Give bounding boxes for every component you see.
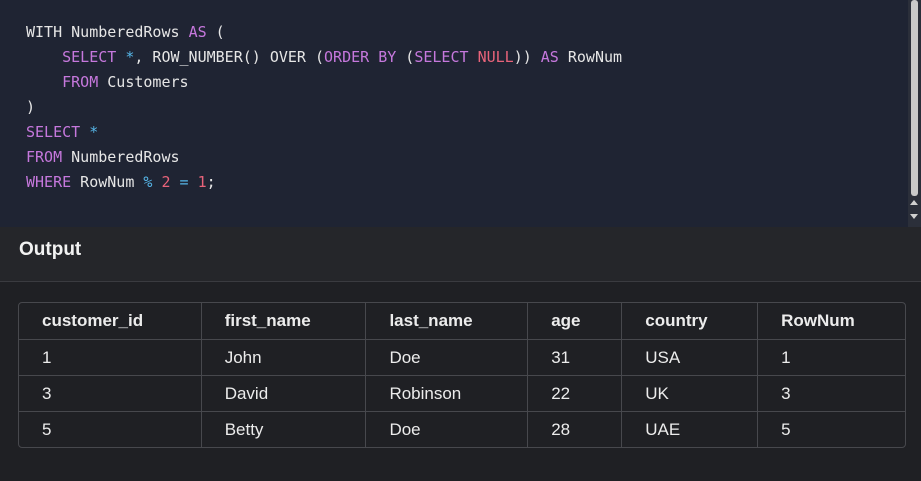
table-cell: David — [201, 376, 367, 412]
code-token: * — [89, 123, 99, 141]
code-token: FROM — [26, 148, 63, 166]
column-header-customer-id: customer_id — [19, 303, 202, 340]
table-cell: UK — [622, 376, 759, 412]
table-row: 3 David Robinson 22 UK 3 — [19, 376, 905, 412]
code-token: NULL — [477, 48, 514, 66]
code-token: RowNum — [71, 173, 144, 191]
code-token: WITH — [26, 23, 63, 41]
code-token: AS — [188, 23, 207, 41]
output-title: Output — [19, 239, 82, 260]
code-token: SELECT — [414, 48, 469, 66]
code-token: ) — [26, 98, 36, 116]
code-token: NumberedRows — [62, 23, 189, 41]
table-cell: Doe — [366, 340, 529, 376]
code-token: RowNum — [558, 48, 623, 66]
table-cell: 3 — [19, 376, 202, 412]
code-line: SELECT * — [26, 122, 98, 142]
code-line: WITH NumberedRows AS ( — [26, 22, 225, 42]
table-cell: 31 — [528, 340, 623, 376]
code-line: ) — [26, 97, 35, 117]
table-cell: 5 — [781, 419, 791, 439]
code-token: , ROW_NUMBER() OVER ( — [134, 48, 325, 66]
column-header-age: age — [528, 303, 623, 340]
table-cell: Robinson — [366, 376, 529, 412]
code-token: ; — [206, 173, 216, 191]
table-cell: 1 — [758, 340, 905, 376]
table-cell: 1 — [19, 340, 202, 376]
table-row: 5 Betty Doe 28 UAE 5 — [19, 412, 905, 447]
code-line: WHERE RowNum % 2 = 1; — [26, 172, 216, 192]
code-line: SELECT *, ROW_NUMBER() OVER (ORDER BY (S… — [26, 47, 622, 67]
code-token: = — [179, 173, 189, 191]
code-token: ORDER BY — [324, 48, 397, 66]
table-cell: Betty — [202, 412, 367, 447]
table-cell: Doe — [366, 412, 529, 447]
table-cell: UAE — [622, 412, 759, 447]
code-token: Customers — [98, 73, 189, 91]
table-cell: 22 — [528, 376, 623, 412]
column-header-country: country — [622, 303, 759, 340]
code-editor[interactable]: WITH NumberedRows AS ( SELECT *, ROW_NUM… — [0, 0, 908, 227]
code-token: FROM — [62, 73, 99, 91]
code-token: WHERE — [26, 173, 72, 191]
code-line: FROM NumberedRows — [26, 147, 180, 167]
scroll-up-arrow-icon[interactable] — [910, 200, 918, 205]
code-token: ( — [206, 23, 225, 41]
code-token: SELECT — [26, 123, 81, 141]
scrollbar-thumb[interactable] — [911, 0, 918, 196]
code-line: FROM Customers — [26, 72, 189, 92]
table-cell: 5 — [19, 412, 202, 447]
column-header-first-name: first_name — [201, 303, 367, 340]
column-header-rownum: RowNum — [758, 303, 905, 340]
code-token: AS — [540, 48, 559, 66]
table-cell: John — [201, 340, 367, 376]
scroll-down-arrow-icon[interactable] — [910, 214, 918, 219]
table-cell: 28 — [528, 412, 623, 447]
code-token: 1 — [197, 173, 207, 191]
code-token: ( — [396, 48, 415, 66]
editor-scrollbar[interactable] — [908, 0, 921, 227]
result-table: customer_id first_name last_name age country… — [18, 302, 906, 448]
table-header-row: customer_id first_name last_name age country… — [19, 303, 905, 340]
code-token: NumberedRows — [62, 148, 180, 166]
code-token: SELECT — [62, 48, 117, 66]
code-token: 2 — [161, 173, 171, 191]
output-header: Output — [0, 227, 921, 282]
code-token: )) — [513, 48, 541, 66]
column-header-last-name: last_name — [366, 303, 529, 340]
table-cell: USA — [622, 340, 759, 376]
table-row: 1 John Doe 31 USA 1 — [19, 340, 905, 376]
table-cell: 3 — [758, 376, 905, 412]
